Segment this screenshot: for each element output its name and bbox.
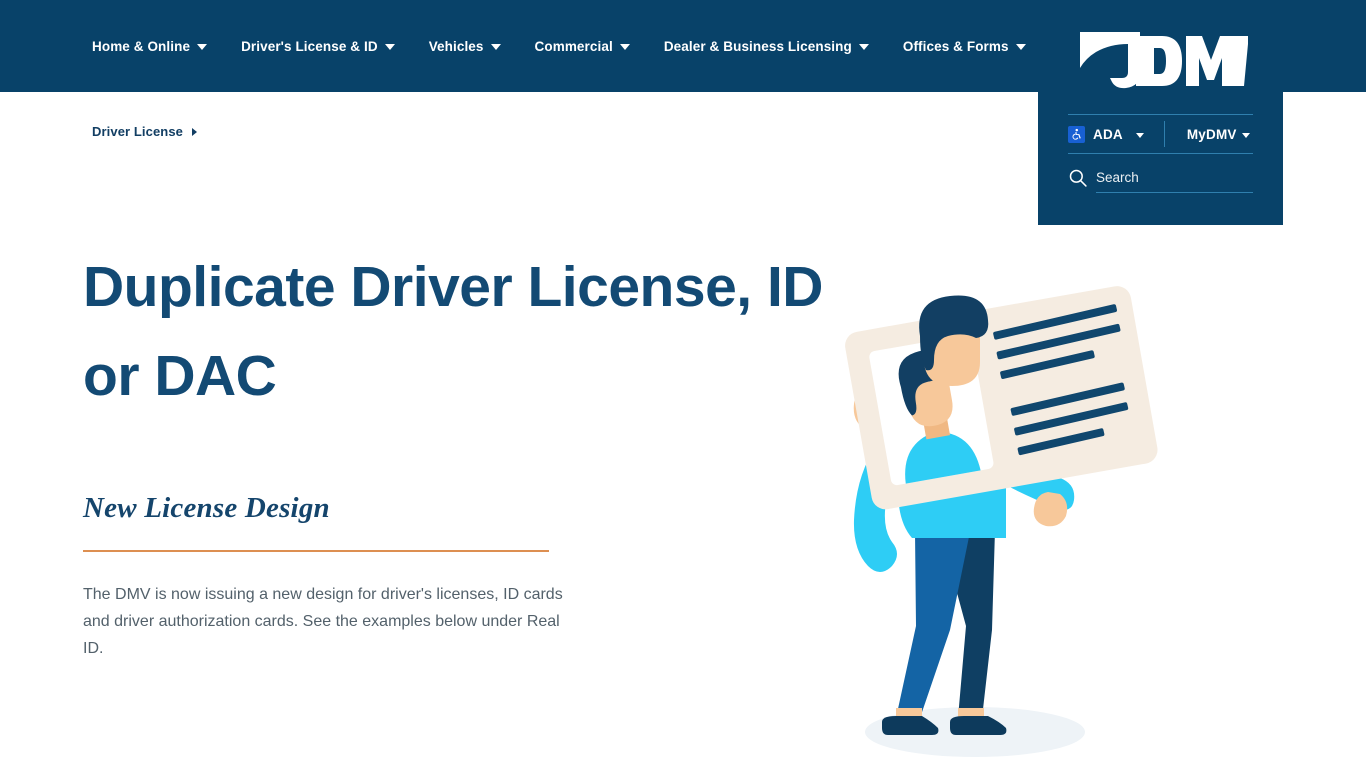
chevron-down-icon	[858, 44, 869, 50]
mydmv-menu-button[interactable]: MyDMV	[1167, 127, 1250, 142]
site-header: Home & Online Driver's License & ID Vehi…	[0, 0, 1366, 92]
nav-item-label: Vehicles	[428, 38, 484, 54]
search-row	[1068, 168, 1253, 193]
nav-item-label: Home & Online	[92, 38, 191, 54]
chevron-down-icon	[197, 44, 208, 50]
utility-links-row: ADA MyDMV	[1068, 114, 1253, 154]
search-input-wrapper	[1096, 169, 1253, 193]
chevron-down-icon	[1015, 44, 1026, 50]
person-holding-id-card-illustration	[820, 270, 1180, 760]
breadcrumb-item-driver-license[interactable]: Driver License	[92, 124, 183, 139]
page-root: Home & Online Driver's License & ID Vehi…	[0, 0, 1366, 768]
chevron-down-icon	[1135, 132, 1144, 138]
nav-item-label: Driver's License & ID	[241, 38, 378, 54]
nav-item-offices-forms[interactable]: Offices & Forms	[903, 33, 1042, 60]
page-title: Duplicate Driver License, ID or DAC	[83, 255, 823, 408]
id-card	[845, 286, 1158, 510]
dmv-logo[interactable]	[1078, 30, 1248, 92]
front-leg	[896, 532, 970, 718]
nav-item-vehicles[interactable]: Vehicles	[429, 33, 517, 60]
nav-item-dealer-business-licensing[interactable]: Dealer & Business Licensing	[664, 33, 885, 60]
nav-item-drivers-license-id[interactable]: Driver's License & ID	[241, 33, 411, 60]
nav-item-home-online[interactable]: Home & Online	[92, 33, 223, 60]
chevron-down-icon	[490, 44, 501, 50]
breadcrumb: Driver License	[92, 124, 198, 139]
caret-right-icon	[192, 127, 198, 136]
section-divider	[83, 550, 549, 552]
utility-divider	[1163, 121, 1165, 147]
chevron-down-icon	[384, 44, 395, 50]
wheelchair-accessibility-icon	[1068, 125, 1085, 143]
mydmv-label: MyDMV	[1186, 126, 1237, 142]
nav-item-commercial[interactable]: Commercial	[535, 33, 646, 60]
nav-item-label: Dealer & Business Licensing	[663, 38, 852, 54]
dmv-swoosh-logo-icon	[1080, 32, 1248, 89]
ada-menu-button[interactable]: ADA	[1068, 125, 1162, 143]
nav-item-label: Commercial	[534, 38, 613, 54]
section-body-text: The DMV is now issuing a new design for …	[83, 586, 563, 657]
ada-label: ADA	[1093, 126, 1123, 142]
illustration-svg	[845, 286, 1158, 757]
chevron-down-icon	[1241, 132, 1250, 138]
primary-navigation: Home & Online Driver's License & ID Vehi…	[92, 0, 1042, 92]
search-icon[interactable]	[1068, 168, 1088, 193]
right-hand	[1033, 492, 1068, 527]
utility-panel: ADA MyDMV	[1038, 92, 1283, 225]
nav-item-label: Offices & Forms	[902, 38, 1009, 54]
section-subheading: New License Design	[83, 492, 330, 524]
chevron-down-icon	[619, 44, 630, 50]
search-input[interactable]	[1096, 169, 1253, 185]
